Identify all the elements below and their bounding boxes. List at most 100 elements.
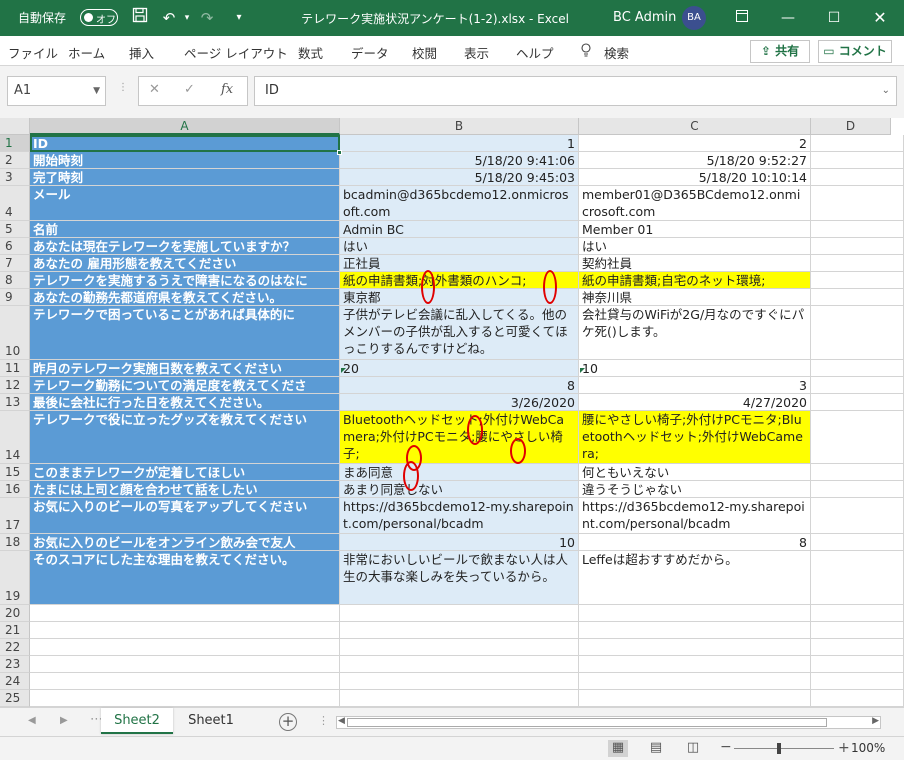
name-box[interactable]: A1 ▼ xyxy=(7,76,106,106)
lightbulb-icon[interactable] xyxy=(580,43,592,60)
cell-a[interactable]: テレワークを実施するうえで障害になるのはなに xyxy=(30,272,340,289)
cell-c[interactable]: 10 xyxy=(579,360,811,377)
cell-a[interactable]: たまには上司と顔を合わせて話をしたい xyxy=(30,481,340,498)
cell-b[interactable]: bcadmin@d365bcdemo12.onmicrosoft.com xyxy=(340,186,579,221)
row-header[interactable]: 17 xyxy=(0,498,30,534)
cell-d[interactable] xyxy=(811,306,904,360)
comments-button[interactable]: ▭ コメント xyxy=(818,40,892,63)
cell-c[interactable]: 5/18/20 9:52:27 xyxy=(579,152,811,169)
sheet-tab-sheet2[interactable]: Sheet2 xyxy=(101,708,173,734)
cell-b[interactable]: 非常においしいビールで飲まない人は人生の大事な楽しみを失っているから。 xyxy=(340,551,579,605)
cell-b[interactable]: まあ同意 xyxy=(340,464,579,481)
scroll-left-icon[interactable]: ◀ xyxy=(338,716,345,726)
zoom-out-icon[interactable]: − xyxy=(720,739,732,755)
column-header-a[interactable]: A xyxy=(30,118,340,135)
cell-b[interactable]: 5/18/20 9:45:03 xyxy=(340,169,579,186)
cell-d[interactable] xyxy=(811,289,904,306)
cell-b[interactable]: あまり同意しない xyxy=(340,481,579,498)
add-sheet-icon[interactable]: + xyxy=(279,713,297,731)
cell-d[interactable] xyxy=(811,498,904,534)
cell-d[interactable] xyxy=(811,169,904,186)
tab-review[interactable]: 校閲 xyxy=(412,43,437,62)
cell-d[interactable] xyxy=(811,605,904,622)
error-indicator-icon[interactable] xyxy=(341,368,346,373)
row-header[interactable]: 24 xyxy=(0,673,30,690)
drag-handle-icon[interactable]: ⋮ xyxy=(118,82,128,93)
horizontal-scrollbar[interactable]: ◀ ▶ xyxy=(336,716,881,729)
cell-c[interactable]: Leffeは超おすすめだから。 xyxy=(579,551,811,605)
zoom-level[interactable]: 100% xyxy=(851,741,885,755)
column-header-b[interactable]: B xyxy=(340,118,579,135)
cell-d[interactable] xyxy=(811,272,904,289)
cell-d[interactable] xyxy=(811,135,904,152)
cell-b[interactable] xyxy=(340,656,579,673)
cell-a[interactable]: 最後に会社に行った日を教えてください。 xyxy=(30,394,340,411)
cell-b[interactable] xyxy=(340,622,579,639)
cell-d[interactable] xyxy=(811,464,904,481)
row-header[interactable]: 18 xyxy=(0,534,30,551)
splitter-handle-icon[interactable]: ⋮ xyxy=(318,714,329,727)
formula-input[interactable]: ID ⌄ xyxy=(254,76,897,106)
cell-c[interactable]: 8 xyxy=(579,534,811,551)
cell-c[interactable]: 腰にやさしい椅子;外付けPCモニタ;Bluetoothヘッドセット;外付けWeb… xyxy=(579,411,811,464)
cell-a[interactable] xyxy=(30,622,340,639)
tab-home[interactable]: ホーム xyxy=(68,43,105,62)
cell-b[interactable]: 1 xyxy=(340,135,579,152)
zoom-slider-knob[interactable] xyxy=(777,743,781,754)
cell-c[interactable] xyxy=(579,639,811,656)
cell-b[interactable]: 10 xyxy=(340,534,579,551)
cell-a[interactable]: お気に入りのビールをオンライン飲み会で友人 xyxy=(30,534,340,551)
cell-d[interactable] xyxy=(811,238,904,255)
cell-c[interactable] xyxy=(579,622,811,639)
cell-a[interactable]: メール xyxy=(30,186,340,221)
cell-a[interactable]: テレワークで困っていることがあれば具体的に xyxy=(30,306,340,360)
cell-c[interactable] xyxy=(579,673,811,690)
minimize-icon[interactable]: — xyxy=(776,6,800,30)
row-header[interactable]: 9 xyxy=(0,289,30,306)
cell-b[interactable] xyxy=(340,605,579,622)
row-header[interactable]: 15 xyxy=(0,464,30,481)
expand-formula-icon[interactable]: ⌄ xyxy=(882,77,890,105)
tab-formulas[interactable]: 数式 xyxy=(298,43,323,62)
cell-c[interactable] xyxy=(579,605,811,622)
row-header[interactable]: 5 xyxy=(0,221,30,238)
cell-c[interactable] xyxy=(579,690,811,707)
row-header[interactable]: 7 xyxy=(0,255,30,272)
zoom-slider[interactable] xyxy=(734,748,834,749)
tab-view[interactable]: 表示 xyxy=(464,43,489,62)
maximize-icon[interactable]: ☐ xyxy=(822,6,846,30)
cell-d[interactable] xyxy=(811,551,904,605)
cell-c[interactable]: member01@D365BCdemo12.onmicrosoft.com xyxy=(579,186,811,221)
cell-d[interactable] xyxy=(811,481,904,498)
row-header[interactable]: 3 xyxy=(0,169,30,186)
tab-search[interactable]: 検索 xyxy=(604,43,629,62)
tab-data[interactable]: データ xyxy=(351,43,389,62)
cell-b[interactable]: はい xyxy=(340,238,579,255)
row-header[interactable]: 16 xyxy=(0,481,30,498)
cell-a[interactable]: あなたは現在テレワークを実施していますか？ xyxy=(30,238,340,255)
cell-a[interactable]: ID xyxy=(30,135,340,152)
tab-page-layout[interactable]: ページ レイアウト xyxy=(184,43,288,62)
cancel-icon[interactable]: ✕ xyxy=(149,82,160,97)
redo-icon[interactable]: ↷ xyxy=(196,7,218,29)
cell-b[interactable]: Bluetoothヘッドセット;外付けWebCamera;外付けPCモニタ;腰に… xyxy=(340,411,579,464)
cell-d[interactable] xyxy=(811,639,904,656)
cell-a[interactable]: そのスコアにした主な理由を教えてください。 xyxy=(30,551,340,605)
cell-b[interactable]: https://d365bcdemo12-my.sharepoint.com/p… xyxy=(340,498,579,534)
row-header[interactable]: 23 xyxy=(0,656,30,673)
scroll-right-icon[interactable]: ▶ xyxy=(872,716,879,726)
cell-d[interactable] xyxy=(811,360,904,377)
page-break-view-icon[interactable]: ◫ xyxy=(683,740,703,757)
cell-d[interactable] xyxy=(811,534,904,551)
user-name[interactable]: BC Admin xyxy=(613,10,676,25)
zoom-in-icon[interactable]: + xyxy=(838,740,850,756)
cell-b[interactable]: 20 xyxy=(340,360,579,377)
row-header[interactable]: 19 xyxy=(0,551,30,605)
prev-sheet-icon[interactable]: ◀ xyxy=(28,715,36,726)
cell-c[interactable] xyxy=(579,656,811,673)
cell-b[interactable]: 3/26/2020 xyxy=(340,394,579,411)
cell-c[interactable]: 契約社員 xyxy=(579,255,811,272)
cell-b[interactable]: 8 xyxy=(340,377,579,394)
row-header[interactable]: 4 xyxy=(0,186,30,221)
row-header[interactable]: 2 xyxy=(0,152,30,169)
